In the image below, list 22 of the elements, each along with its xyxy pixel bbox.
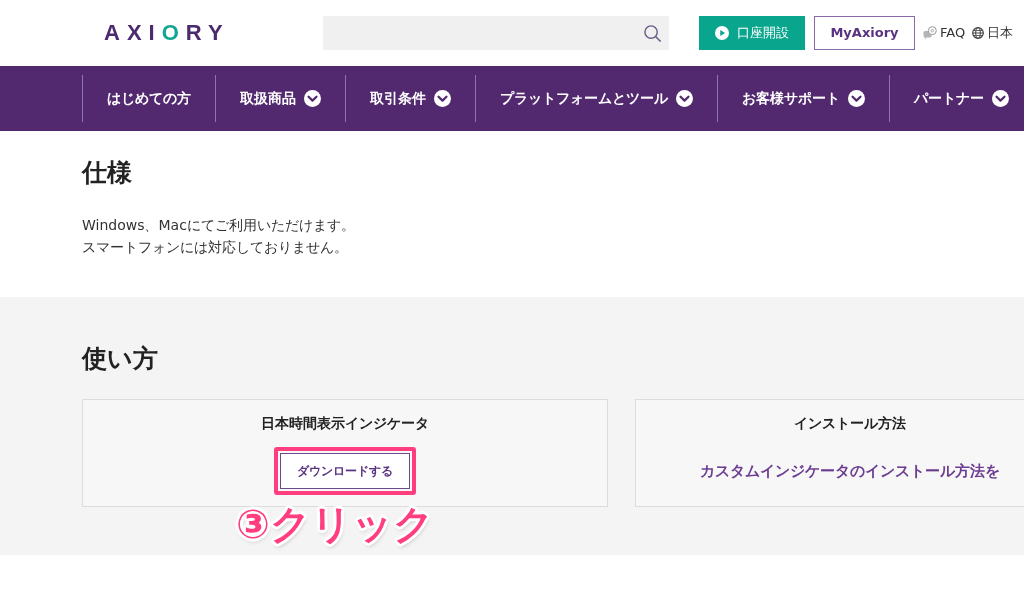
install-guide-link[interactable]: カスタムインジケータのインストール方法を [700, 460, 1000, 482]
nav-menu-item[interactable]: 取扱商品 [215, 75, 345, 122]
nav-menu-item[interactable]: はじめての方 [82, 75, 215, 122]
myaxiory-button[interactable]: MyAxiory [814, 16, 915, 50]
nav-menu-item[interactable]: プラットフォームとツール [475, 75, 717, 122]
section-heading: 使い方 [82, 343, 158, 375]
nav-menu-item[interactable]: 取引条件 [345, 75, 475, 122]
speech-bubbles-icon [923, 26, 937, 40]
search-field[interactable] [323, 16, 669, 50]
annotation-label: ③クリック [236, 500, 434, 548]
nav-menu-item[interactable]: パートナー [889, 75, 1024, 122]
search-icon [643, 23, 662, 43]
faq-link[interactable]: FAQ [923, 23, 966, 43]
globe-icon [972, 27, 985, 39]
section-heading: 仕様 [82, 157, 132, 189]
card-title: 日本時間表示インジケータ [261, 414, 429, 433]
download-button[interactable]: ダウンロードする [280, 453, 410, 489]
play-icon [715, 26, 729, 40]
spec-description: Windows、Macにてご利用いただけます。 スマートフォンには対応しておりません。 [82, 216, 355, 257]
language-link[interactable]: 日本 [972, 23, 1014, 43]
card-title: インストール方法 [794, 414, 906, 433]
nav-menu-item[interactable]: お客様サポート [717, 75, 889, 122]
